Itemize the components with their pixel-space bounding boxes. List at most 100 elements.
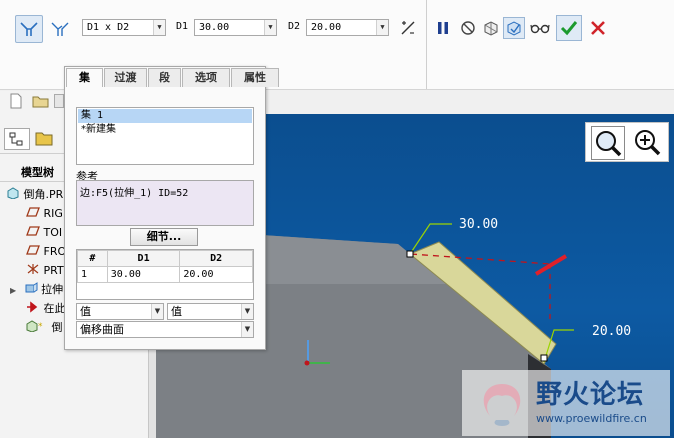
d1-label: D1 — [176, 21, 189, 32]
flip-dimensions-button[interactable] — [397, 17, 419, 39]
tree-item-label: TOI — [43, 226, 63, 239]
table-row[interactable]: 1 30.00 20.00 — [77, 266, 253, 283]
dimension-scheme-value: D1 x D2 — [87, 22, 130, 33]
set-list-item-selected[interactable]: 集 1 — [78, 109, 252, 123]
open-folder-icon[interactable] — [32, 94, 50, 111]
insert-arrow-icon — [27, 301, 38, 313]
tree-item-front-plane[interactable]: FRO — [26, 242, 66, 261]
attached-preview-button[interactable] — [480, 17, 502, 39]
dim2-handle[interactable] — [540, 354, 548, 362]
pause-button[interactable] — [432, 17, 454, 39]
tab-model-tree[interactable] — [4, 128, 30, 150]
chevron-down-icon: ▼ — [151, 304, 163, 319]
tree-item-csys[interactable]: PRT — [26, 261, 64, 280]
tree-item-extrude[interactable]: ▶ 拉伸 — [10, 280, 63, 299]
datum-plane-icon — [26, 245, 40, 255]
new-file-icon[interactable] — [9, 93, 23, 112]
dimension-scheme-select[interactable]: D1 x D2 ▼ — [82, 19, 166, 36]
reference-value: 边:F5(拉伸_1) ID=52 — [80, 188, 189, 199]
table-header-cell: D2 — [179, 250, 253, 267]
table-cell[interactable]: 30.00 — [106, 266, 181, 283]
close-icon — [591, 21, 605, 35]
tree-item-label: FRO — [43, 245, 67, 258]
d2-value-type-select[interactable]: 值 ▼ — [167, 303, 254, 320]
sets-panel: 集 过渡 段 选项 属性 集 1 *新建集 参考 边:F5(拉伸_1) ID=5… — [64, 66, 279, 350]
no-preview-button[interactable] — [457, 17, 479, 39]
expand-arrow-icon[interactable]: ▶ — [10, 286, 16, 295]
svg-text:*: * — [38, 322, 43, 332]
tree-item-top-plane[interactable]: TOI — [26, 223, 62, 242]
tree-item-label: PRT — [43, 264, 64, 277]
chevron-down-icon: ▼ — [376, 20, 388, 35]
d1-input[interactable]: 30.00 ▼ — [194, 19, 277, 36]
chamfer-method-select[interactable]: 偏移曲面 ▼ — [76, 321, 254, 338]
d1-value-type-select[interactable]: 值 ▼ — [76, 303, 164, 320]
edge-chamfer-icon — [20, 22, 38, 36]
coordinate-system-icon — [27, 264, 39, 274]
chevron-down-icon: ▼ — [153, 20, 165, 35]
verify-preview-button[interactable] — [529, 17, 551, 39]
chamfer-mode-corner-button[interactable] — [46, 15, 74, 43]
zoom-fit-icon — [596, 131, 622, 157]
tab-pieces[interactable]: 段 — [148, 68, 181, 87]
watermark-title: 野火论坛 — [536, 380, 645, 410]
tree-item-label: 倒角.PR — [23, 188, 64, 201]
pause-icon — [438, 22, 448, 34]
set-item-label: *新建集 — [81, 124, 116, 135]
view-toolbar — [585, 122, 669, 162]
tab-transitions[interactable]: 过渡 — [104, 68, 147, 87]
model-tree-title: 模型树 — [21, 166, 54, 179]
tree-item-chamfer[interactable]: * 倒 — [26, 318, 63, 337]
zoom-fit-button[interactable] — [591, 126, 625, 160]
zoom-in-icon — [635, 130, 661, 156]
tab-label: 选项 — [195, 71, 217, 84]
watermark-url: www.proewildfire.cn — [536, 412, 647, 425]
set-list-item-new[interactable]: *新建集 — [78, 123, 252, 137]
geometry-preview-icon — [484, 21, 498, 36]
dim2-text[interactable]: 20.00 — [592, 324, 631, 339]
details-button[interactable]: 细节... — [130, 228, 198, 246]
verify-geometry-icon — [507, 21, 521, 36]
d2-label: D2 — [288, 21, 301, 32]
set-list[interactable]: 集 1 *新建集 — [76, 107, 254, 165]
select-value: 偏移曲面 — [80, 323, 124, 336]
table-cell[interactable]: 20.00 — [179, 266, 253, 283]
chevron-down-icon: ▼ — [264, 20, 276, 35]
tree-item-part[interactable]: 倒角.PR — [6, 185, 63, 204]
dim1-text[interactable]: 30.00 — [459, 217, 498, 232]
toolbar-separator — [426, 0, 427, 89]
dimension-table-frame: # D1 D2 1 30.00 20.00 — [76, 249, 254, 300]
tree-item-insert-here[interactable]: 在此 — [26, 299, 66, 318]
tab-sets[interactable]: 集 — [66, 68, 103, 87]
tab-label: 属性 — [244, 71, 266, 84]
tab-options[interactable]: 选项 — [182, 68, 230, 87]
cancel-button[interactable] — [587, 17, 609, 39]
save-icon[interactable] — [54, 94, 64, 108]
confirm-button[interactable] — [556, 15, 582, 41]
chamfer-mode-edges-button[interactable] — [15, 15, 43, 43]
extrude-icon — [25, 282, 38, 293]
drag-handle-arrow[interactable] — [534, 254, 568, 276]
table-header-cell: # — [77, 250, 108, 267]
dim1-handle[interactable] — [406, 250, 414, 258]
datum-plane-icon — [26, 207, 40, 217]
table-header-cell: D1 — [106, 250, 181, 267]
forum-watermark: 野火论坛 www.proewildfire.cn — [462, 370, 670, 436]
select-value: 值 — [80, 305, 91, 318]
tree-item-right-plane[interactable]: RIG — [26, 204, 63, 223]
glasses-icon — [530, 24, 550, 34]
corner-chamfer-icon — [51, 22, 69, 36]
d2-input[interactable]: 20.00 ▼ — [306, 19, 389, 36]
tab-folder-browser[interactable] — [32, 128, 58, 150]
zoom-in-button[interactable] — [631, 126, 665, 160]
set-item-label: 集 1 — [81, 110, 104, 121]
reference-collector[interactable]: 边:F5(拉伸_1) ID=52 — [76, 180, 254, 226]
tree-item-label: 在此 — [43, 302, 66, 315]
dimension-table: # D1 D2 1 30.00 20.00 — [77, 250, 253, 283]
no-preview-icon — [461, 21, 475, 35]
tree-item-label: RIG — [43, 207, 63, 220]
datum-plane-icon — [26, 226, 40, 236]
details-button-label: 细节... — [146, 230, 182, 243]
tab-properties[interactable]: 属性 — [231, 68, 279, 87]
verify-mode-button[interactable] — [503, 17, 525, 39]
